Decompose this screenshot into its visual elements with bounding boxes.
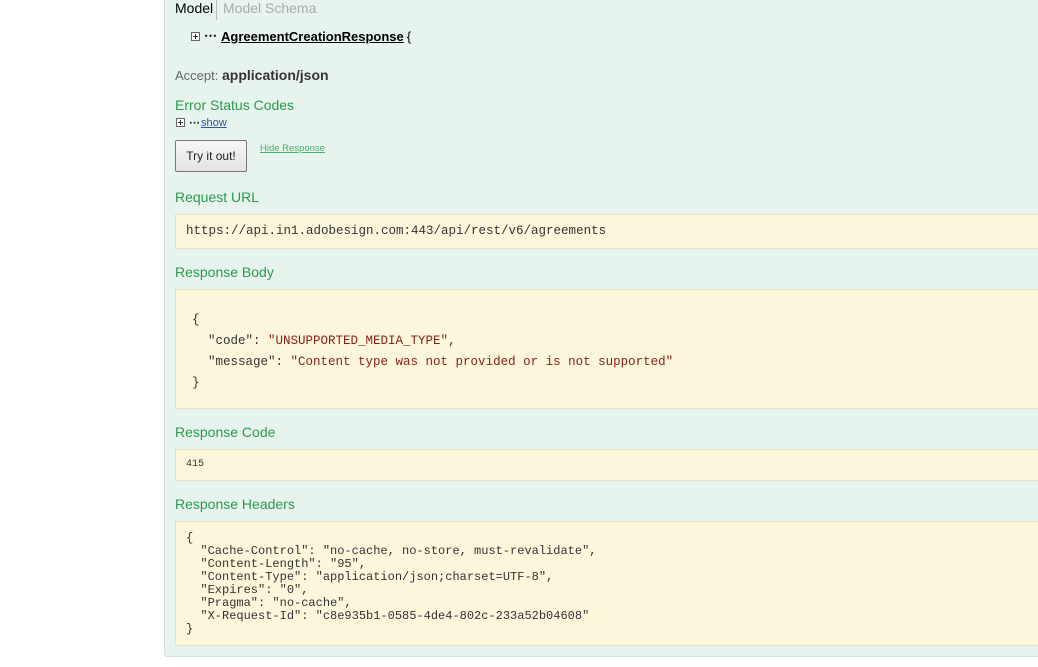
tab-model[interactable]: Model [175,0,213,16]
show-error-codes-link[interactable]: show [201,117,227,129]
request-url-title: Request URL [175,189,260,205]
expand-icon[interactable] [176,118,185,127]
json-open-brace: { [192,313,200,327]
request-url-value: https://api.in1.adobesign.com:443/api/re… [186,224,607,238]
json-key: "code" [208,334,254,348]
tab-divider [216,0,217,20]
error-status-title: Error Status Codes [175,97,295,113]
response-body-title: Response Body [175,264,274,280]
expand-icon[interactable] [191,31,200,41]
json-code-line: "code": "UNSUPPORTED_MEDIA_TYPE", [208,334,456,348]
response-headers-box: { "Cache-Control": "no-cache, no-store, … [175,521,1038,646]
tab-model-schema[interactable]: Model Schema [223,0,316,16]
model-tree-row: ⋯ AgreementCreationResponse { [191,28,411,44]
request-url-box: https://api.in1.adobesign.com:443/api/re… [175,214,1038,249]
json-close-brace: } [192,376,200,390]
ellipsis-icon: ⋯ [204,28,217,43]
response-code-box: 415 [175,449,1038,481]
response-body-box: { "code": "UNSUPPORTED_MEDIA_TYPE", "mes… [175,289,1038,409]
error-status-toggle: ⋯ show [176,116,227,129]
json-key: "message" [208,355,276,369]
operation-panel: Model Model Schema ⋯ AgreementCreationRe… [164,0,1038,657]
accept-label: Accept: [175,68,219,83]
accept-value: application/json [221,67,329,83]
model-name-link[interactable]: AgreementCreationResponse [221,29,404,44]
json-string: "UNSUPPORTED_MEDIA_TYPE" [268,334,449,348]
json-message-line: "message": "Content type was not provide… [208,355,674,369]
response-code-title: Response Code [175,424,276,440]
hide-response-link[interactable]: Hide Response [260,143,325,154]
try-it-out-button[interactable]: Try it out! [175,140,247,172]
response-headers-title: Response Headers [175,496,295,512]
accept-line: Accept: application/json [175,67,329,83]
response-code-value: 415 [186,459,205,470]
ellipsis-icon: ⋯ [189,117,200,129]
model-open-brace: { [406,28,412,44]
json-string: "Content type was not provided or is not… [290,355,674,369]
